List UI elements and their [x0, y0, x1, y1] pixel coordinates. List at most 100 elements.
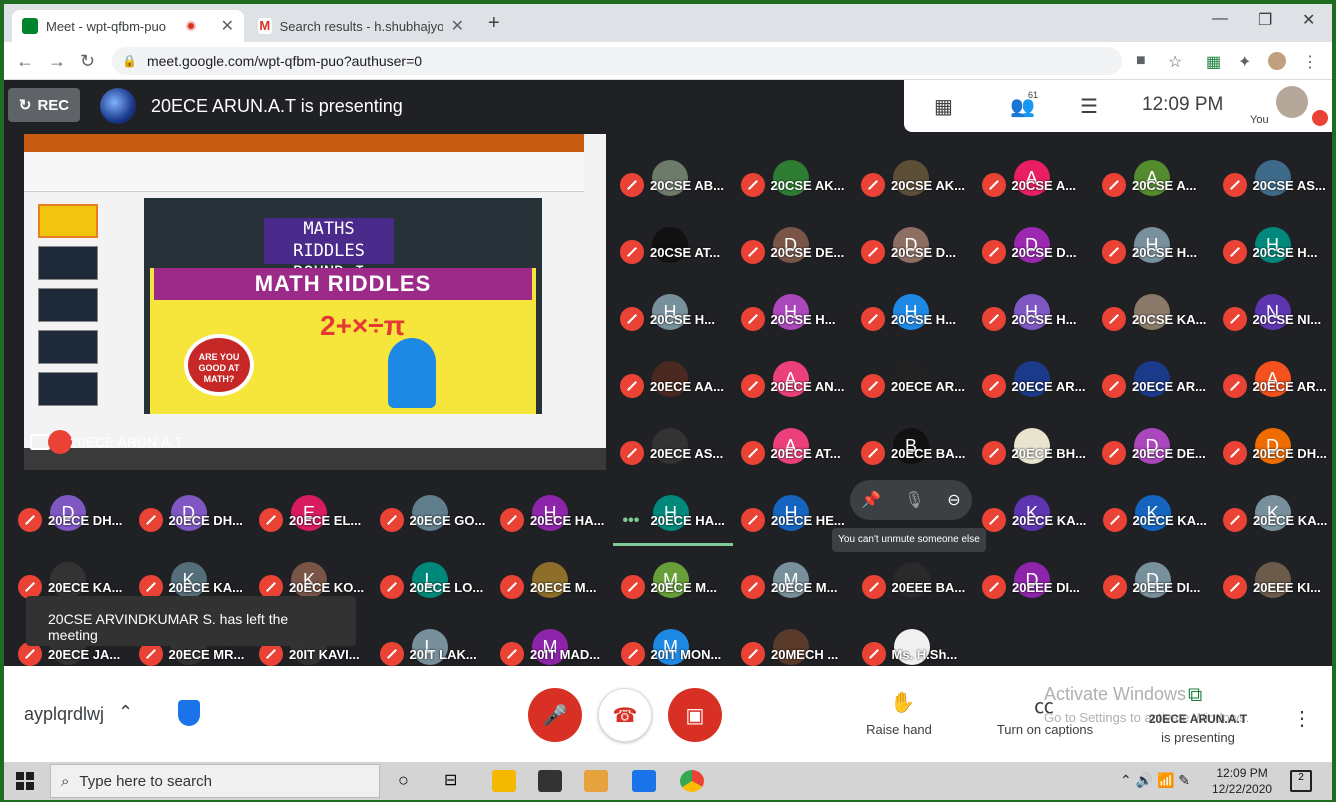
- participant-tile[interactable]: 20CSE AK...: [853, 150, 973, 212]
- store-icon[interactable]: [538, 770, 562, 792]
- mic-toggle-button[interactable]: 🎤: [528, 688, 582, 742]
- windows-start-icon[interactable]: [16, 772, 34, 790]
- participant-tile[interactable]: A 20ECE AR...: [1215, 351, 1333, 413]
- task-view-icon[interactable]: ⊟: [444, 770, 468, 792]
- tab-meet[interactable]: Meet - wpt-qfbm-puo ✕: [12, 10, 244, 42]
- extensions-icon[interactable]: ✦: [1238, 52, 1251, 72]
- screen: Meet - wpt-qfbm-puo ✕ M Search results -…: [4, 4, 1332, 800]
- address-bar[interactable]: 🔒 meet.google.com/wpt-qfbm-puo?authuser=…: [112, 47, 1122, 75]
- participant-tile[interactable]: ••• H 20ECE HA...: [612, 485, 733, 547]
- presenting-name[interactable]: 20ECE ARUN.A.T: [1142, 712, 1254, 726]
- participant-tile[interactable]: 20CSE AB...: [612, 150, 732, 212]
- close-window-icon[interactable]: ✕: [1302, 10, 1315, 30]
- participant-tile[interactable]: H 20ECE HA...: [492, 485, 612, 547]
- sheets-extension-icon[interactable]: ▦: [1206, 52, 1221, 72]
- participant-tile[interactable]: D 20CSE D...: [974, 217, 1094, 279]
- participant-tile[interactable]: D 20ECE DE...: [1094, 418, 1214, 480]
- participant-tile[interactable]: E 20ECE EL...: [251, 485, 371, 547]
- participant-tile[interactable]: 20CSE AK...: [733, 150, 853, 212]
- participant-tile[interactable]: 20ECE AR...: [1094, 351, 1214, 413]
- chat-icon[interactable]: ☰: [1080, 94, 1098, 119]
- raise-hand-icon[interactable]: ✋: [890, 690, 915, 715]
- grid-layout-icon[interactable]: ▦: [934, 94, 953, 119]
- participant-tile[interactable]: D 20CSE D...: [853, 217, 973, 279]
- participant-tile[interactable]: H 20CSE H...: [1094, 217, 1214, 279]
- taskbar-clock[interactable]: 12:09 PM 12/22/2020: [1212, 765, 1272, 797]
- participant-tile[interactable]: K 20ECE KA...: [1095, 485, 1215, 547]
- close-icon[interactable]: ✕: [451, 16, 464, 36]
- present-now-icon[interactable]: ⧉: [1188, 684, 1202, 707]
- participant-tile[interactable]: D 20CSE DE...: [733, 217, 853, 279]
- chevron-up-icon[interactable]: ⌃: [118, 702, 133, 723]
- taskbar-search[interactable]: ⌕ Type here to search: [50, 764, 380, 798]
- participant-tile[interactable]: K 20ECE KA...: [974, 485, 1094, 547]
- participant-tile[interactable]: 20EEE BA...: [854, 552, 974, 614]
- presenting-sub[interactable]: is presenting: [1142, 730, 1254, 745]
- participant-tile[interactable]: 20ECE AS...: [612, 418, 732, 480]
- participant-tile[interactable]: 20CSE AT...: [612, 217, 732, 279]
- participant-tile[interactable]: K 20ECE KA...: [1215, 485, 1332, 547]
- forward-icon[interactable]: →: [48, 51, 66, 72]
- participant-tile[interactable]: H 20CSE H...: [853, 284, 973, 346]
- recording-icon: ↻: [18, 97, 32, 114]
- participant-tile[interactable]: D 20ECE DH...: [1215, 418, 1333, 480]
- chrome-icon[interactable]: [680, 770, 704, 792]
- participant-tile[interactable]: 20ECE BH...: [974, 418, 1094, 480]
- star-icon[interactable]: ☆: [1168, 52, 1182, 72]
- participant-tile[interactable]: A 20CSE A...: [1094, 150, 1214, 212]
- participant-tile[interactable]: A 20ECE AT...: [733, 418, 853, 480]
- presenter-muted-icon: [48, 430, 72, 454]
- notification-center-icon[interactable]: 2: [1290, 770, 1312, 792]
- camera-icon[interactable]: ■: [1136, 52, 1146, 70]
- menu-icon[interactable]: ⋮: [1302, 52, 1318, 72]
- participant-tile[interactable]: H 20CSE H...: [733, 284, 853, 346]
- participant-tile[interactable]: 20ECE AR...: [853, 351, 973, 413]
- participant-tile[interactable]: 20ECE GO...: [372, 485, 492, 547]
- system-tray-icons[interactable]: ⌃ 🔊 📶 ✎: [1120, 772, 1190, 789]
- new-tab-icon[interactable]: +: [488, 12, 500, 35]
- restore-icon[interactable]: ❐: [1258, 10, 1272, 30]
- participant-tile[interactable]: D 20ECE DH...: [131, 485, 251, 547]
- participant-tile[interactable]: M 20ECE M...: [733, 552, 853, 614]
- participant-tile[interactable]: H 20CSE H...: [1215, 217, 1333, 279]
- participant-tile[interactable]: B 20ECE BA...: [853, 418, 973, 480]
- more-options-icon[interactable]: ⋮: [1292, 706, 1312, 731]
- participant-tile[interactable]: D 20EEE DI...: [1095, 552, 1215, 614]
- back-icon[interactable]: ←: [16, 51, 34, 72]
- participant-name: 20ECE M...: [771, 580, 838, 595]
- tab-gmail[interactable]: M Search results - h.shubhajyothi@ ✕: [248, 10, 474, 42]
- camera-toggle-button[interactable]: ▣: [668, 688, 722, 742]
- participant-tile[interactable]: 20ECE AA...: [612, 351, 732, 413]
- media-player-icon[interactable]: [584, 770, 608, 792]
- participant-tile[interactable]: L 20ECE LO...: [372, 552, 492, 614]
- pin-icon[interactable]: 📌: [861, 490, 881, 510]
- mail-icon[interactable]: [632, 770, 656, 792]
- meeting-code[interactable]: ayplqrdlwj: [24, 704, 104, 725]
- minimize-icon[interactable]: —: [1212, 10, 1228, 28]
- remove-icon[interactable]: ⊖: [947, 490, 960, 510]
- participant-tile[interactable]: D 20ECE DH...: [10, 485, 130, 547]
- participant-tile[interactable]: M 20ECE M...: [613, 552, 733, 614]
- more-options-icon[interactable]: •••: [623, 512, 640, 530]
- file-explorer-icon[interactable]: [492, 770, 516, 792]
- participant-tile[interactable]: A 20ECE AN...: [733, 351, 853, 413]
- participant-tile[interactable]: 20EEE KI...: [1215, 552, 1332, 614]
- raise-hand-label[interactable]: Raise hand: [854, 722, 944, 737]
- reload-icon[interactable]: ↻: [80, 51, 95, 72]
- participant-tile[interactable]: N 20CSE NI...: [1215, 284, 1333, 346]
- participant-tile[interactable]: 20CSE KA...: [1094, 284, 1214, 346]
- security-shield-icon[interactable]: [178, 700, 200, 726]
- profile-avatar[interactable]: [1268, 52, 1286, 70]
- participant-tile[interactable]: H 20CSE H...: [974, 284, 1094, 346]
- participant-tile[interactable]: 20ECE M...: [492, 552, 612, 614]
- participant-tile[interactable]: 20CSE AS...: [1215, 150, 1333, 212]
- leave-call-button[interactable]: ☎: [598, 688, 652, 742]
- participant-tile[interactable]: H 20CSE H...: [612, 284, 732, 346]
- participant-tile[interactable]: 20ECE AR...: [974, 351, 1094, 413]
- participant-tile[interactable]: A 20CSE A...: [974, 150, 1094, 212]
- participant-tile[interactable]: D 20EEE DI...: [974, 552, 1094, 614]
- close-icon[interactable]: ✕: [221, 16, 234, 36]
- cortana-icon[interactable]: ○: [398, 770, 422, 792]
- muted-icon: [740, 240, 765, 264]
- mic-off-icon[interactable]: 🎙: [904, 490, 924, 510]
